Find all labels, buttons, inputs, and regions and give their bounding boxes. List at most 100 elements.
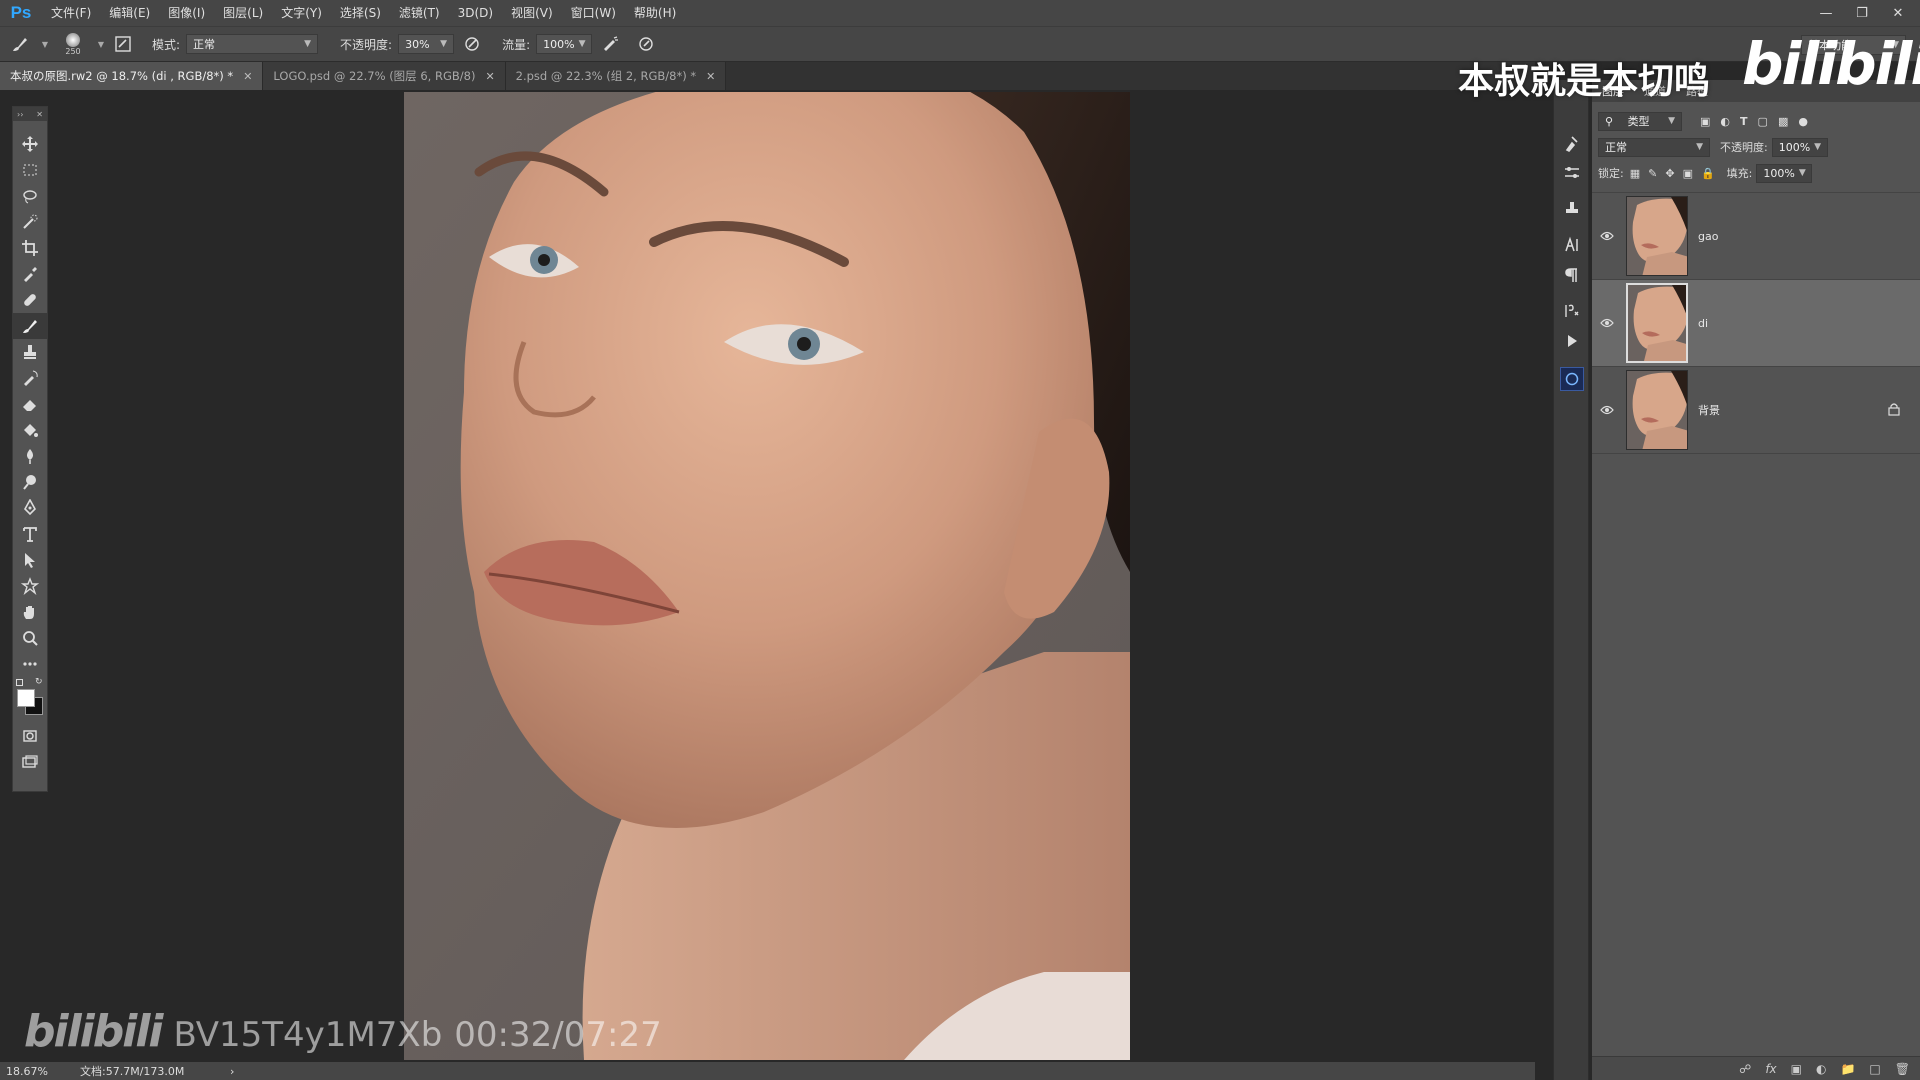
tab-document-3[interactable]: 2.psd @ 22.3% (组 2, RGB/8*) * ✕ — [505, 62, 727, 90]
close-icon[interactable]: ✕ — [1880, 0, 1916, 26]
pen-tool-icon[interactable] — [13, 495, 47, 521]
shape-tool-icon[interactable] — [13, 573, 47, 599]
brush-preset-picker[interactable]: 250 — [50, 32, 96, 56]
fill-input[interactable]: 100% ▼ — [1756, 163, 1813, 183]
close-icon[interactable]: ✕ — [243, 70, 252, 83]
menu-select[interactable]: 选择(S) — [331, 0, 390, 26]
brush-tool-icon[interactable] — [0, 34, 40, 54]
folder-icon[interactable]: 📁 — [1840, 1062, 1855, 1076]
blend-mode-select[interactable]: 正常 ▼ — [1598, 137, 1710, 157]
brush-settings-panel-icon[interactable] — [1554, 128, 1590, 158]
eyedropper-tool-icon[interactable] — [13, 261, 47, 287]
quick-mask-icon[interactable] — [13, 723, 47, 749]
move-tool-icon[interactable] — [13, 131, 47, 157]
lock-position-icon[interactable]: ✥ — [1665, 167, 1674, 180]
swap-colors-icon[interactable]: ↻ — [35, 677, 43, 687]
dodge-tool-icon[interactable] — [13, 469, 47, 495]
trash-icon[interactable]: 🗑 — [1895, 1062, 1910, 1076]
menu-file[interactable]: 文件(F) — [42, 0, 100, 26]
foreground-color-swatch[interactable] — [17, 689, 35, 707]
airbrush-icon[interactable] — [592, 35, 628, 53]
lock-artboard-icon[interactable]: ▣ — [1683, 167, 1693, 180]
clone-stamp-tool-icon[interactable] — [13, 339, 47, 365]
type-tool-icon[interactable] — [13, 521, 47, 547]
link-icon[interactable]: ☍ — [1739, 1062, 1751, 1076]
layer-name[interactable]: gao — [1698, 230, 1718, 243]
flow-input[interactable]: 100% ▼ — [536, 34, 593, 54]
eye-icon[interactable] — [1592, 405, 1622, 415]
layer-row[interactable]: 背景 — [1592, 367, 1920, 454]
lasso-tool-icon[interactable] — [13, 183, 47, 209]
eye-icon[interactable] — [1592, 231, 1622, 241]
fx-icon[interactable]: fx — [1765, 1062, 1776, 1076]
chevron-down-icon[interactable]: ▼ — [96, 40, 106, 49]
restore-icon[interactable]: ❐ — [1844, 0, 1880, 26]
filter-smart-object-icon[interactable]: ▩ — [1778, 115, 1788, 128]
close-icon[interactable]: ✕ — [36, 110, 43, 119]
paragraph-panel-icon[interactable] — [1554, 260, 1590, 290]
mode-select[interactable]: 正常 ▼ — [186, 34, 319, 54]
crop-tool-icon[interactable] — [13, 235, 47, 261]
lock-all-icon[interactable]: 🔒 — [1701, 167, 1715, 180]
lock-transparent-icon[interactable]: ▦ — [1630, 167, 1640, 180]
document-canvas[interactable] — [404, 92, 1130, 1060]
more-tools-icon[interactable] — [13, 651, 47, 677]
screen-mode-icon[interactable] — [13, 749, 47, 775]
default-colors-icon[interactable] — [16, 679, 23, 686]
minimize-icon[interactable]: — — [1808, 0, 1844, 26]
brush-tool-icon[interactable] — [13, 313, 47, 339]
eraser-tool-icon[interactable] — [13, 391, 47, 417]
menu-image[interactable]: 图像(I) — [159, 0, 214, 26]
quick-select-tool-icon[interactable] — [13, 209, 47, 235]
lock-pixels-icon[interactable]: ✎ — [1648, 167, 1657, 180]
zoom-level[interactable]: 18.67% — [0, 1065, 80, 1078]
history-brush-tool-icon[interactable] — [13, 365, 47, 391]
filter-shape-icon[interactable]: ▢ — [1758, 115, 1768, 128]
layer-name[interactable]: di — [1698, 317, 1708, 330]
tab-document-1[interactable]: 本叔の原图.rw2 @ 18.7% (di , RGB/8*) * ✕ — [0, 62, 264, 90]
menu-edit[interactable]: 编辑(E) — [100, 0, 159, 26]
zoom-tool-icon[interactable] — [13, 625, 47, 651]
blur-tool-icon[interactable] — [13, 443, 47, 469]
filter-pixel-icon[interactable]: ▣ — [1700, 115, 1710, 128]
layer-name[interactable]: 背景 — [1698, 402, 1720, 418]
layer-row[interactable]: di — [1592, 280, 1920, 367]
menu-type[interactable]: 文字(Y) — [272, 0, 331, 26]
healing-brush-tool-icon[interactable] — [13, 287, 47, 313]
menu-help[interactable]: 帮助(H) — [625, 0, 685, 26]
menu-view[interactable]: 视图(V) — [502, 0, 562, 26]
adjustments-panel-icon[interactable] — [1554, 158, 1590, 188]
menu-layer[interactable]: 图层(L) — [214, 0, 272, 26]
menu-window[interactable]: 窗口(W) — [562, 0, 625, 26]
hand-tool-icon[interactable] — [13, 599, 47, 625]
close-icon[interactable]: ✕ — [706, 70, 715, 83]
mask-icon[interactable]: ▣ — [1791, 1062, 1802, 1076]
layer-row[interactable]: gao — [1592, 193, 1920, 280]
actions-panel-icon[interactable] — [1554, 296, 1590, 326]
chevron-down-icon[interactable]: ▼ — [40, 40, 50, 49]
filter-type-icon[interactable]: T — [1740, 115, 1748, 128]
character-panel-icon[interactable] — [1554, 230, 1590, 260]
opacity-input[interactable]: 30% ▼ — [398, 34, 455, 54]
tab-document-2[interactable]: LOGO.psd @ 22.7% (图层 6, RGB/8) ✕ — [263, 62, 506, 90]
path-selection-tool-icon[interactable] — [13, 547, 47, 573]
pressure-opacity-icon[interactable] — [454, 35, 490, 53]
adjustment-icon[interactable]: ◐ — [1816, 1062, 1826, 1076]
layer-opacity-input[interactable]: 100% ▼ — [1771, 137, 1828, 157]
layer-filter-select[interactable]: ⚲ 类型 ▼ — [1598, 111, 1682, 131]
play-icon[interactable] — [1554, 326, 1590, 356]
paint-bucket-tool-icon[interactable] — [13, 417, 47, 443]
brush-settings-icon[interactable] — [106, 35, 140, 53]
new-layer-icon[interactable]: □ — [1869, 1062, 1880, 1076]
menu-filter[interactable]: 滤镜(T) — [390, 0, 449, 26]
close-icon[interactable]: ✕ — [485, 70, 494, 83]
menu-3d[interactable]: 3D(D) — [449, 0, 502, 26]
clone-source-panel-icon[interactable] — [1554, 194, 1590, 224]
collapse-icon[interactable]: ›› — [17, 110, 23, 119]
pressure-size-icon[interactable] — [628, 35, 664, 53]
plugin-panel-icon[interactable] — [1554, 364, 1590, 394]
marquee-tool-icon[interactable] — [13, 157, 47, 183]
status-menu-arrow[interactable]: › — [230, 1065, 234, 1078]
eye-icon[interactable] — [1592, 318, 1622, 328]
filter-toggle-icon[interactable]: ● — [1798, 115, 1808, 128]
